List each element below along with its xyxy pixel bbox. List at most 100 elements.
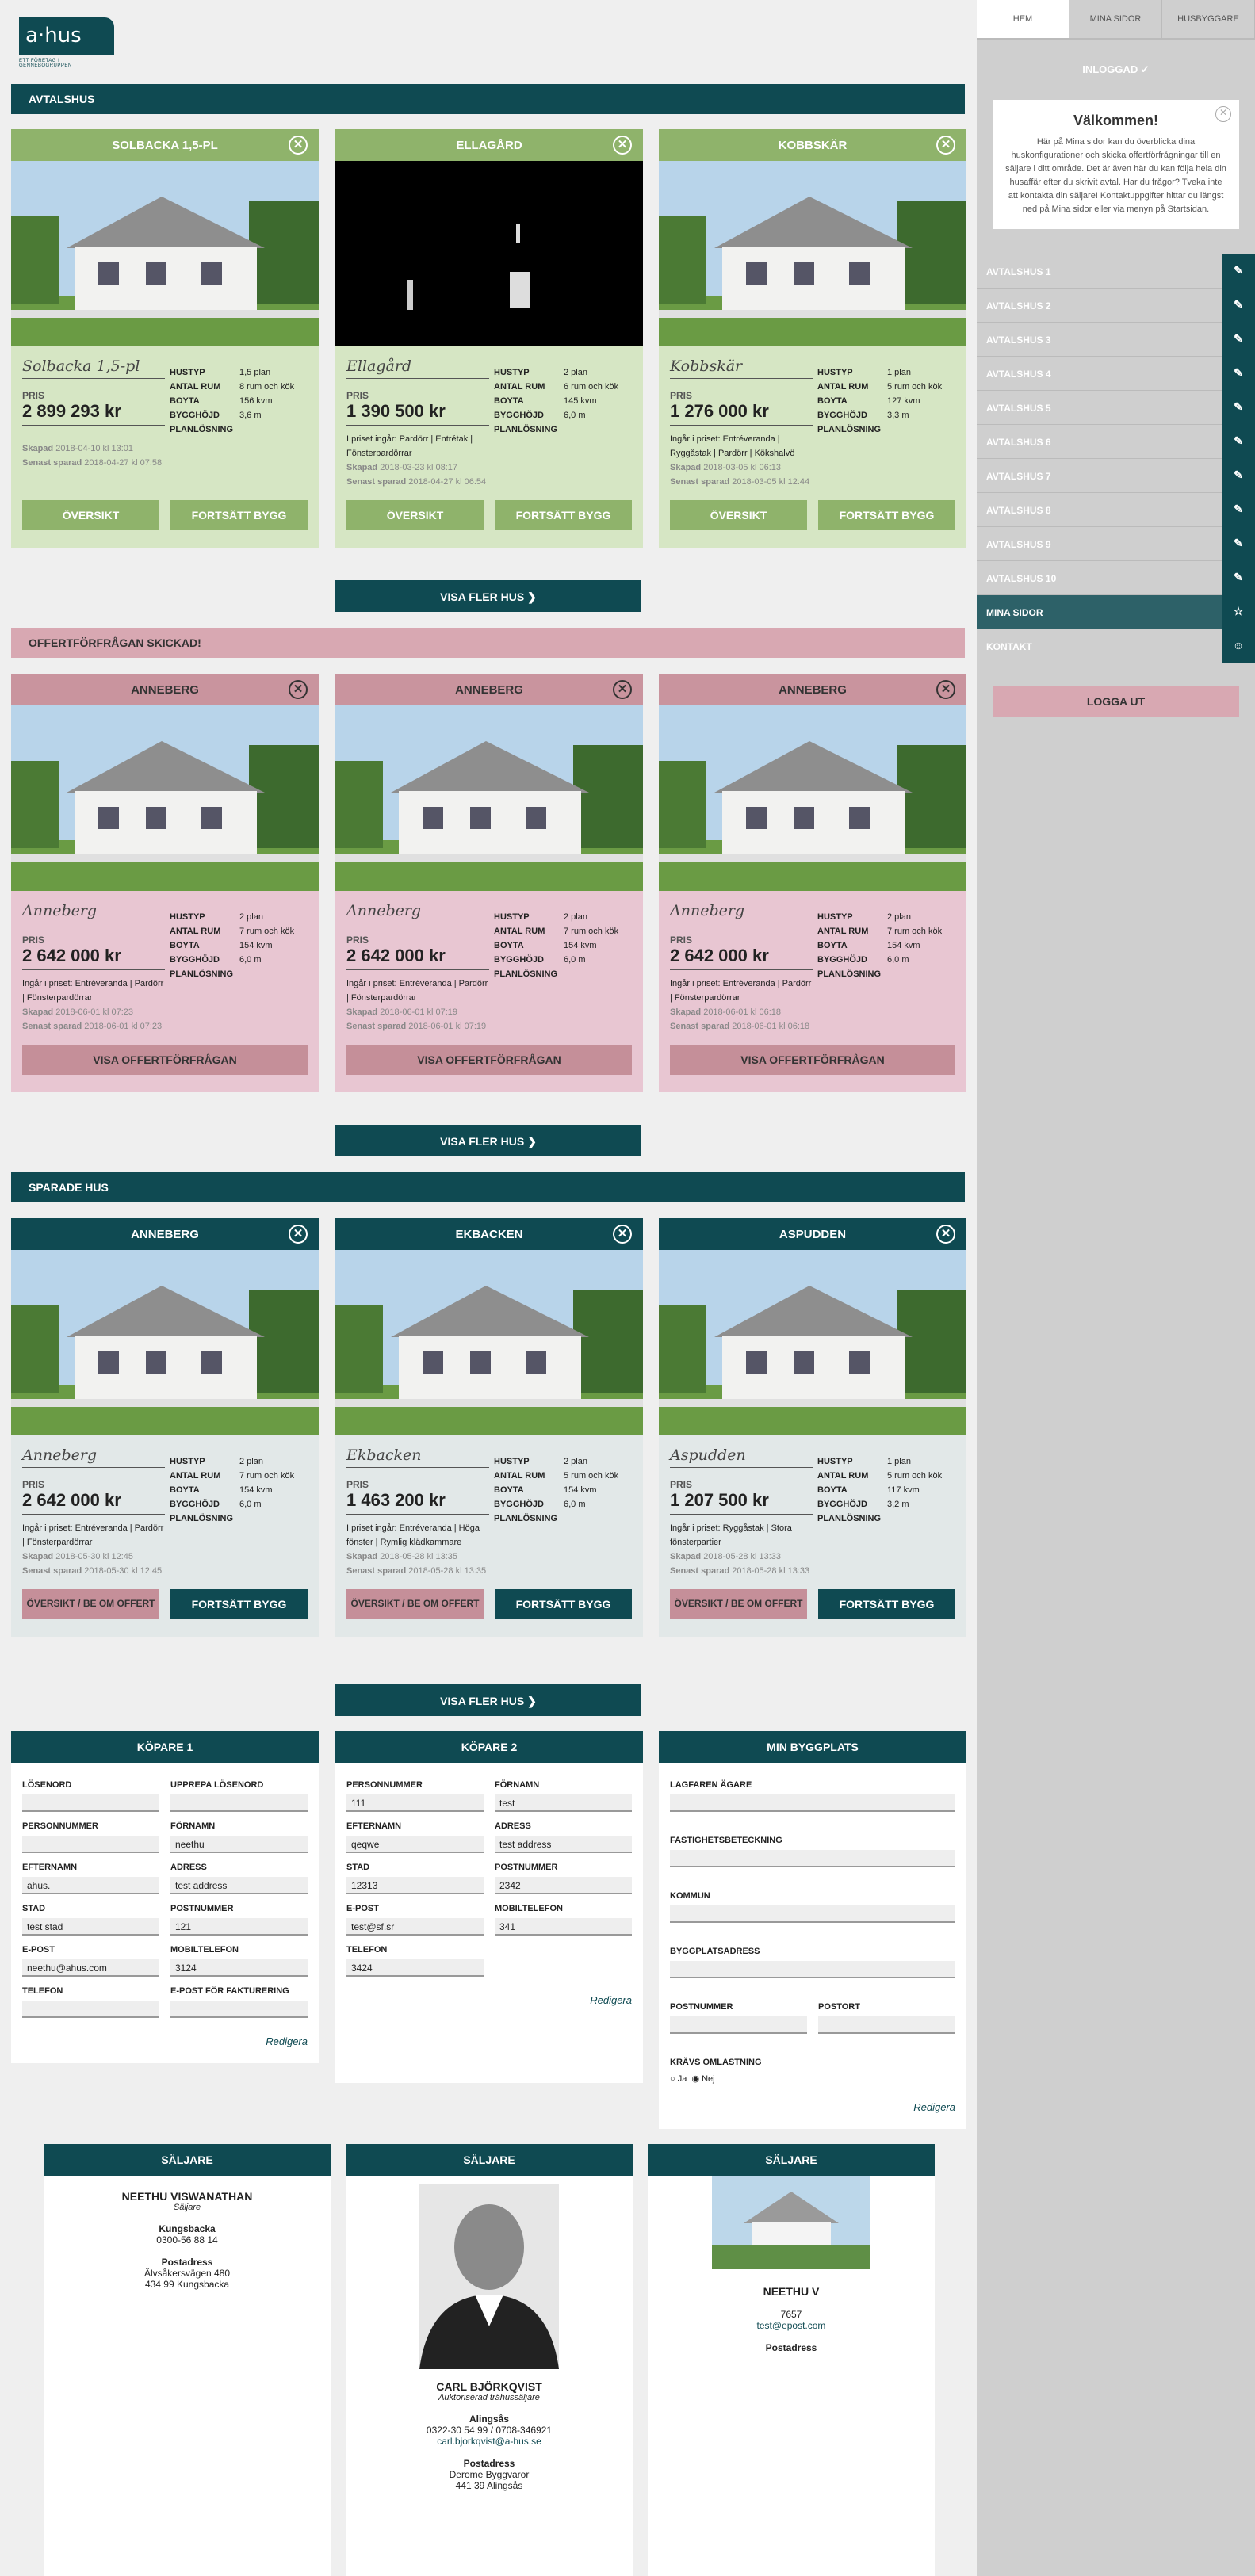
fortsatt-bygg-button[interactable]: FORTSÄTT BYGG <box>495 500 632 530</box>
seller-email-link[interactable]: test@epost.com <box>757 2320 826 2331</box>
postort-input[interactable] <box>818 2016 955 2034</box>
close-icon[interactable]: ✕ <box>613 680 632 699</box>
house-image[interactable] <box>659 705 966 891</box>
edit-link[interactable]: Redigera <box>659 2092 966 2129</box>
edit-icon[interactable]: ✎ <box>1222 357 1255 391</box>
fortsatt-bygg-button[interactable]: FORTSÄTT BYGG <box>495 1589 632 1619</box>
seller-email-link[interactable]: carl.bjorkqvist@a-hus.se <box>437 2436 541 2447</box>
close-icon[interactable]: ✕ <box>936 680 955 699</box>
form-input[interactable]: 111 <box>346 1794 484 1812</box>
fortsatt-bygg-button[interactable]: FORTSÄTT BYGG <box>170 500 308 530</box>
sidebar-item[interactable]: KONTAKT ☺ <box>977 629 1255 663</box>
edit-icon[interactable]: ✎ <box>1222 425 1255 459</box>
form-input[interactable]: test <box>495 1794 632 1812</box>
form-input[interactable]: neethu@ahus.com <box>22 1959 159 1977</box>
form-input[interactable]: ahus. <box>22 1877 159 1894</box>
house-image[interactable] <box>11 161 319 346</box>
visa-offert-button[interactable]: VISA OFFERTFÖRFRÅGAN <box>22 1045 308 1075</box>
form-input[interactable]: 12313 <box>346 1877 484 1894</box>
form-input[interactable]: 2342 <box>495 1877 632 1894</box>
postnummer-input[interactable] <box>670 2016 807 2034</box>
form-input[interactable]: 341 <box>495 1918 632 1936</box>
close-icon[interactable]: ✕ <box>1215 106 1231 122</box>
form-input[interactable]: neethu <box>170 1836 308 1853</box>
edit-icon[interactable]: ✎ <box>1222 561 1255 595</box>
tab-0[interactable]: HEM <box>977 0 1069 38</box>
house-image[interactable] <box>11 705 319 891</box>
lagfaren-input[interactable] <box>670 1794 955 1812</box>
sidebar-item[interactable]: AVTALSHUS 7 ✎ <box>977 459 1255 493</box>
edit-link[interactable]: Redigera <box>335 1985 643 2022</box>
close-icon[interactable]: ✕ <box>289 136 308 155</box>
form-input[interactable]: test address <box>495 1836 632 1853</box>
byggplatsadress-input[interactable] <box>670 1961 955 1978</box>
omlastning-radios[interactable]: ○ Ja ◉ Nej <box>670 2073 955 2084</box>
fortsatt-bygg-button[interactable]: FORTSÄTT BYGG <box>818 1589 955 1619</box>
form-input[interactable]: qeqwe <box>346 1836 484 1853</box>
form-input[interactable] <box>170 2001 308 2018</box>
sidebar-item[interactable]: MINA SIDOR ☆ <box>977 595 1255 629</box>
oversikt-offert-button[interactable]: ÖVERSIKT / BE OM OFFERT <box>670 1589 807 1619</box>
chat-icon[interactable]: ☺ <box>1222 629 1255 663</box>
close-icon[interactable]: ✕ <box>289 1225 308 1244</box>
kommun-input[interactable] <box>670 1905 955 1923</box>
oversikt-offert-button[interactable]: ÖVERSIKT / BE OM OFFERT <box>346 1589 484 1619</box>
ahus-logo[interactable]: a·hus ETT FÖRETAG I GENNEBOGRUPPEN <box>19 17 114 68</box>
close-icon[interactable]: ✕ <box>613 1225 632 1244</box>
edit-link[interactable]: Redigera <box>11 2026 319 2063</box>
edit-icon[interactable]: ✎ <box>1222 323 1255 357</box>
more-houses-button-2[interactable]: VISA FLER HUS ❯ <box>335 1125 641 1156</box>
form-input[interactable] <box>170 1794 308 1812</box>
sidebar-item[interactable]: AVTALSHUS 1 ✎ <box>977 254 1255 289</box>
house-image[interactable] <box>11 1250 319 1435</box>
edit-icon[interactable]: ✎ <box>1222 289 1255 323</box>
edit-icon[interactable]: ✎ <box>1222 527 1255 561</box>
house-image[interactable] <box>335 161 643 346</box>
form-input[interactable]: 3424 <box>346 1959 484 1977</box>
more-houses-button-3[interactable]: VISA FLER HUS ❯ <box>335 1684 641 1716</box>
close-icon[interactable]: ✕ <box>289 680 308 699</box>
form-input[interactable] <box>22 2001 159 2018</box>
fastighet-input[interactable] <box>670 1850 955 1867</box>
visa-offert-button[interactable]: VISA OFFERTFÖRFRÅGAN <box>670 1045 955 1075</box>
logout-button[interactable]: LOGGA UT <box>993 686 1239 717</box>
more-houses-button-1[interactable]: VISA FLER HUS ❯ <box>335 580 641 612</box>
fortsatt-bygg-button[interactable]: FORTSÄTT BYGG <box>170 1589 308 1619</box>
close-icon[interactable]: ✕ <box>936 136 955 155</box>
sidebar-item[interactable]: AVTALSHUS 6 ✎ <box>977 425 1255 459</box>
form-input[interactable]: 3124 <box>170 1959 308 1977</box>
house-image[interactable] <box>659 1250 966 1435</box>
house-image[interactable] <box>659 161 966 346</box>
form-input[interactable]: test@sf.sr <box>346 1918 484 1936</box>
form-input[interactable] <box>22 1836 159 1853</box>
close-icon[interactable]: ✕ <box>613 136 632 155</box>
tab-2[interactable]: HUSBYGGARE <box>1162 0 1255 38</box>
sidebar-item[interactable]: AVTALSHUS 5 ✎ <box>977 391 1255 425</box>
house-image[interactable] <box>335 705 643 891</box>
edit-icon[interactable]: ✎ <box>1222 391 1255 425</box>
edit-icon[interactable]: ✎ <box>1222 254 1255 289</box>
house-card: SOLBACKA 1,5-PL ✕ Solbacka 1,5-pl HUSTYP 1,5… <box>11 129 319 548</box>
oversikt-button[interactable]: ÖVERSIKT <box>346 500 484 530</box>
sidebar-item[interactable]: AVTALSHUS 4 ✎ <box>977 357 1255 391</box>
oversikt-button[interactable]: ÖVERSIKT <box>22 500 159 530</box>
oversikt-button[interactable]: ÖVERSIKT <box>670 500 807 530</box>
edit-icon[interactable]: ✎ <box>1222 459 1255 493</box>
star-icon[interactable]: ☆ <box>1222 595 1255 629</box>
sidebar-item[interactable]: AVTALSHUS 10 ✎ <box>977 561 1255 595</box>
form-input[interactable]: test address <box>170 1877 308 1894</box>
tab-1[interactable]: MINA SIDOR <box>1069 0 1162 38</box>
oversikt-offert-button[interactable]: ÖVERSIKT / BE OM OFFERT <box>22 1589 159 1619</box>
form-input[interactable]: test stad <box>22 1918 159 1936</box>
house-image[interactable] <box>335 1250 643 1435</box>
edit-icon[interactable]: ✎ <box>1222 493 1255 527</box>
sidebar-item[interactable]: AVTALSHUS 3 ✎ <box>977 323 1255 357</box>
close-icon[interactable]: ✕ <box>936 1225 955 1244</box>
visa-offert-button[interactable]: VISA OFFERTFÖRFRÅGAN <box>346 1045 632 1075</box>
fortsatt-bygg-button[interactable]: FORTSÄTT BYGG <box>818 500 955 530</box>
form-input[interactable] <box>22 1794 159 1812</box>
sidebar-item[interactable]: AVTALSHUS 2 ✎ <box>977 289 1255 323</box>
form-input[interactable]: 121 <box>170 1918 308 1936</box>
sidebar-item[interactable]: AVTALSHUS 8 ✎ <box>977 493 1255 527</box>
sidebar-item[interactable]: AVTALSHUS 9 ✎ <box>977 527 1255 561</box>
